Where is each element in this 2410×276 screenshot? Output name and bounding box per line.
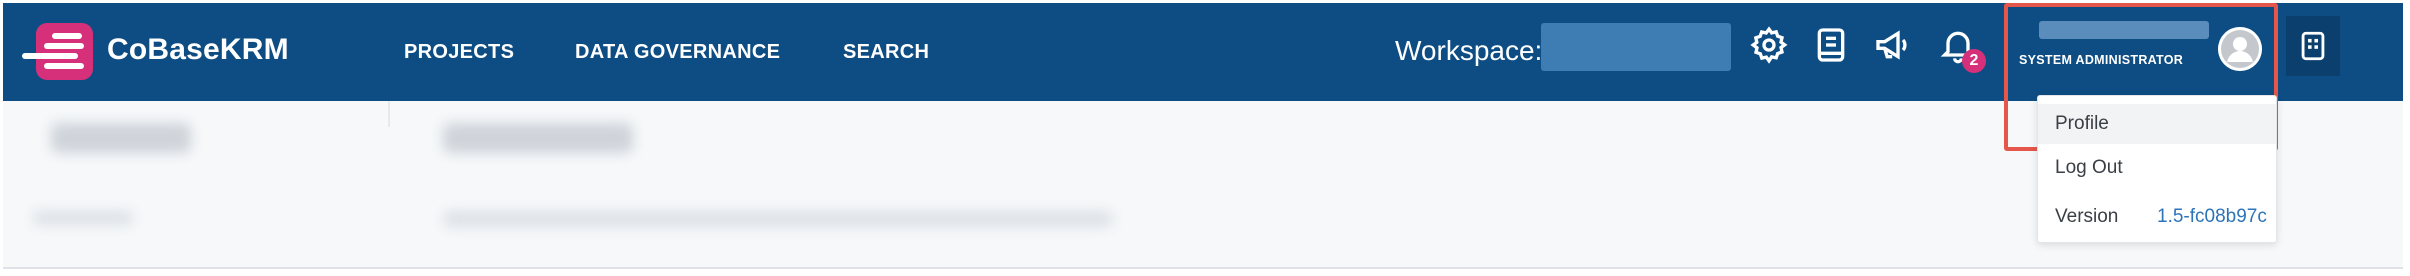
app-window: CoBaseKRM PROJECTS DATA GOVERNANCE SEARC… [0, 0, 2410, 276]
nav-search[interactable]: SEARCH [843, 41, 929, 64]
blurred-heading [443, 123, 633, 153]
blurred-subtext [33, 211, 133, 225]
version-label: Version [2055, 206, 2119, 227]
brand-logo-icon[interactable] [22, 23, 93, 80]
nav-data-governance[interactable]: DATA GOVERNANCE [575, 41, 780, 64]
apps-icon[interactable] [2286, 16, 2340, 76]
user-dropdown-menu: Profile Log Out Version 1.5-fc08b97c [2037, 95, 2277, 243]
nav-projects[interactable]: PROJECTS [404, 41, 514, 64]
settings-icon[interactable] [1749, 25, 1793, 73]
avatar-icon[interactable] [2218, 27, 2262, 71]
menu-item-profile[interactable]: Profile [2038, 104, 2276, 144]
column-divider [388, 101, 390, 127]
megaphone-icon[interactable] [1873, 25, 1917, 73]
notification-count-badge: 2 [1962, 49, 1986, 73]
user-name [2039, 21, 2209, 39]
book-icon[interactable] [1811, 25, 1855, 73]
workspace-label: Workspace: [1395, 35, 1543, 66]
user-role: SYSTEM ADMINISTRATOR [2019, 53, 2184, 67]
blurred-heading [51, 123, 191, 153]
workspace-selector[interactable] [1541, 23, 1731, 71]
brand-name[interactable]: CoBaseKRM [107, 33, 289, 67]
version-info: Version 1.5-fc08b97c [2055, 206, 2267, 228]
blurred-subtext [443, 211, 1113, 227]
version-value[interactable]: 1.5-fc08b97c [2157, 206, 2267, 228]
menu-item-log-out[interactable]: Log Out [2038, 148, 2276, 188]
